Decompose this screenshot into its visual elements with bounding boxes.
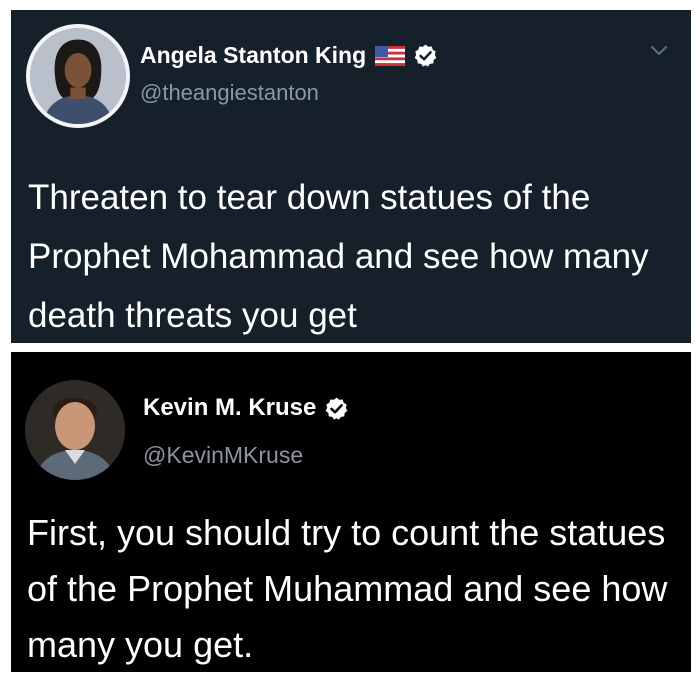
- tweet-text: Threaten to tear down statues of the Pro…: [28, 178, 649, 335]
- author-row: Angela Stanton King: [140, 42, 438, 69]
- verified-icon: [326, 397, 348, 420]
- avatar[interactable]: [26, 24, 130, 128]
- chevron-down-icon[interactable]: [649, 44, 669, 58]
- tweet-card-angela[interactable]: Angela Stanton King @theangiestanton Thr…: [11, 10, 691, 343]
- avatar-woman-icon: [30, 28, 126, 124]
- author-handle[interactable]: @KevinMKruse: [143, 442, 303, 469]
- author-name[interactable]: Angela Stanton King: [140, 42, 366, 69]
- author-name[interactable]: Kevin M. Kruse: [143, 394, 316, 422]
- tweet-text: First, you should try to count the statu…: [27, 512, 668, 665]
- tweet-card-kevin[interactable]: Kevin M. Kruse @KevinMKruse First, you s…: [11, 352, 691, 672]
- author-handle[interactable]: @theangiestanton: [140, 80, 319, 106]
- verified-icon: [414, 44, 437, 67]
- avatar-man-icon: [25, 380, 125, 480]
- author-row: Kevin M. Kruse: [143, 394, 349, 422]
- us-flag-icon: [375, 45, 406, 66]
- avatar[interactable]: [25, 380, 125, 480]
